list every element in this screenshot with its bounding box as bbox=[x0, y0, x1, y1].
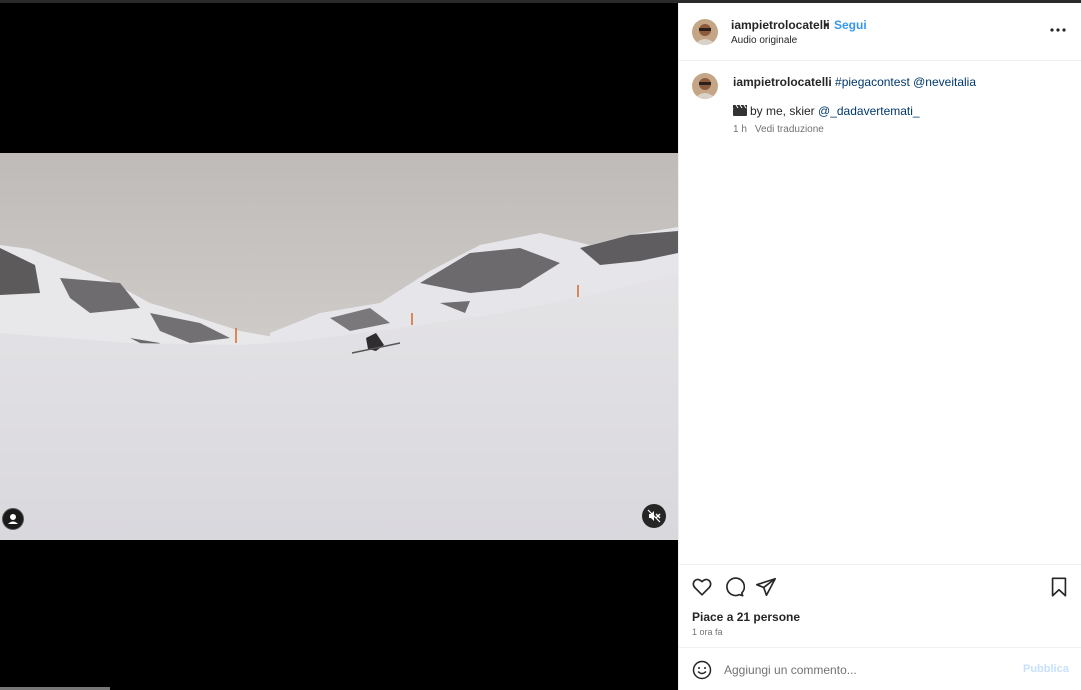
caption-text: by me, skier bbox=[750, 104, 819, 118]
follow-button[interactable]: Segui bbox=[834, 18, 867, 32]
emoji-picker-button[interactable] bbox=[692, 660, 712, 680]
like-button[interactable] bbox=[691, 576, 713, 598]
author-username[interactable]: iampietrolocatelli bbox=[731, 18, 830, 32]
ski-video-frame bbox=[0, 153, 678, 540]
caption-second-line: by me, skier @_dadavertemati_ bbox=[733, 104, 920, 118]
caption-time: 1 h bbox=[733, 124, 747, 135]
media-pane bbox=[0, 0, 678, 690]
video-player[interactable] bbox=[0, 153, 678, 540]
more-options-button[interactable] bbox=[1049, 23, 1067, 37]
muted-speaker-icon bbox=[647, 509, 661, 523]
caption-username[interactable]: iampietrolocatelli bbox=[733, 75, 832, 89]
publish-button[interactable]: Pubblica bbox=[1023, 663, 1069, 675]
caption-mention[interactable]: @neveitalia bbox=[913, 75, 976, 89]
clapper-board-icon bbox=[733, 105, 747, 116]
tagged-users-button[interactable] bbox=[2, 508, 24, 530]
avatar-image bbox=[692, 73, 718, 99]
post-details-panel: iampietrolocatelli • Segui Audio origina… bbox=[678, 3, 1081, 690]
see-translation-button[interactable]: Vedi traduzione bbox=[755, 124, 824, 135]
smiley-icon bbox=[692, 660, 712, 680]
user-icon bbox=[8, 514, 18, 524]
avatar-image bbox=[692, 19, 718, 45]
caption-hashtag[interactable]: #piegacontest bbox=[835, 75, 910, 89]
bookmark-icon bbox=[1051, 577, 1067, 597]
comment-icon bbox=[726, 577, 746, 597]
caption-avatar[interactable] bbox=[692, 73, 718, 99]
comment-button[interactable] bbox=[723, 576, 746, 598]
share-button[interactable] bbox=[755, 576, 777, 598]
more-dots-icon bbox=[1050, 28, 1066, 32]
caption-skier-mention[interactable]: @_dadavertemati_ bbox=[818, 104, 920, 118]
comment-input[interactable] bbox=[724, 661, 1004, 679]
heart-icon bbox=[692, 578, 712, 596]
window-top-edge bbox=[0, 0, 1081, 3]
post-actions: Piace a 21 persone 1 ora fa bbox=[679, 564, 1081, 648]
author-avatar[interactable] bbox=[692, 19, 718, 45]
comment-bar: Pubblica bbox=[679, 647, 1081, 690]
caption-meta: 1 h Vedi traduzione bbox=[733, 124, 824, 135]
likes-count[interactable]: Piace a 21 persone bbox=[692, 610, 800, 624]
audio-label[interactable]: Audio originale bbox=[731, 35, 797, 46]
mute-button[interactable] bbox=[642, 504, 666, 528]
caption-first-line: iampietrolocatelli #piegacontest @neveit… bbox=[733, 75, 976, 89]
save-button[interactable] bbox=[1048, 576, 1070, 598]
share-icon bbox=[756, 577, 776, 597]
post-header: iampietrolocatelli • Segui Audio origina… bbox=[679, 3, 1081, 61]
separator-dot: • bbox=[824, 18, 829, 32]
post-timestamp: 1 ora fa bbox=[692, 627, 723, 637]
